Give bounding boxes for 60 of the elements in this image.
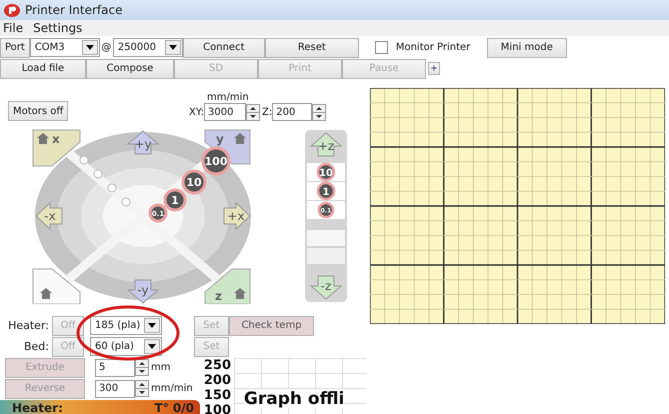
caret-icon [144, 339, 160, 354]
unit-label: mm/min [151, 383, 193, 394]
checkbox[interactable] [374, 41, 388, 54]
move-left-button[interactable]: -x [35, 202, 62, 230]
temperature-label: Bed: [22, 340, 50, 353]
step-button[interactable]: 100 [202, 146, 230, 176]
caret-icon [82, 40, 98, 55]
spinner-icon[interactable] [246, 104, 260, 120]
add-tab-button[interactable]: + [428, 62, 440, 75]
xy-label: XY: [189, 106, 204, 118]
move-right-button[interactable]: +x [224, 202, 251, 230]
toolbar-button[interactable]: Compose [86, 58, 174, 78]
spinner-icon[interactable] [312, 104, 326, 120]
heater-label: Heater: [12, 401, 63, 414]
xy-speed-field[interactable]: 3000 [204, 103, 246, 121]
unit-label: mm [151, 362, 170, 373]
z-label: Z: [262, 106, 272, 118]
step-button[interactable]: 10 [307, 162, 345, 182]
axis-label: 100 [204, 403, 232, 414]
axis-label: 200 [204, 373, 232, 388]
spinner-icon[interactable] [135, 380, 149, 397]
temperature-reading: T° 0/0 [154, 401, 194, 414]
temperature-label: Heater: [7, 319, 50, 332]
caret-icon [144, 318, 160, 333]
app-icon [4, 4, 20, 16]
axis-label: 150 [204, 388, 232, 403]
move-up-button[interactable]: +y [126, 130, 160, 154]
window-title: Printer Interface [25, 3, 122, 17]
port-button[interactable]: Port [0, 38, 30, 58]
menu-item[interactable]: Settings [33, 21, 82, 35]
home-z-button[interactable]: z [204, 268, 250, 304]
extrude-speed-field[interactable]: 300 [95, 380, 135, 398]
home-all-button[interactable] [32, 268, 80, 304]
motors-off-button[interactable]: Motors off [8, 101, 68, 121]
move-down-button[interactable]: -y [126, 280, 160, 304]
menu-item[interactable]: File [3, 21, 24, 35]
spinner-icon[interactable] [135, 359, 149, 376]
axis-label: 250 [204, 358, 232, 373]
step-button[interactable]: 1 [307, 182, 345, 200]
reset-button[interactable]: Reset [264, 38, 359, 58]
step-button[interactable]: 1 [164, 188, 186, 212]
temperature-dropdown[interactable]: 185 (pla) [90, 316, 162, 335]
extrude-amount-field[interactable]: 5 [95, 358, 135, 376]
mini-mode-button[interactable]: Mini mode [486, 38, 567, 58]
connect-button[interactable]: Connect [182, 38, 265, 58]
checkbox-label[interactable]: Monitor Printer [396, 42, 470, 53]
home-x-button[interactable]: x [32, 130, 80, 166]
baud-rate-dropdown[interactable]: 250000 [112, 38, 183, 57]
temperature-dropdown[interactable]: 60 (pla) [90, 337, 162, 356]
check-temp-button[interactable]: Check temp [229, 316, 314, 336]
port-dropdown[interactable]: COM3 [30, 38, 100, 57]
unit-label: mm/min [207, 92, 249, 103]
z-speed-field[interactable]: 200 [272, 103, 312, 121]
move-z-down-button[interactable]: -z [310, 276, 342, 300]
caret-icon [164, 40, 181, 55]
graph-status-text: Graph offli [244, 389, 344, 409]
at-sign: @ [100, 42, 112, 53]
step-button[interactable]: 10 [182, 170, 206, 194]
move-z-up-button[interactable]: +z [310, 132, 342, 156]
toolbar-button[interactable]: Load file [0, 58, 86, 78]
